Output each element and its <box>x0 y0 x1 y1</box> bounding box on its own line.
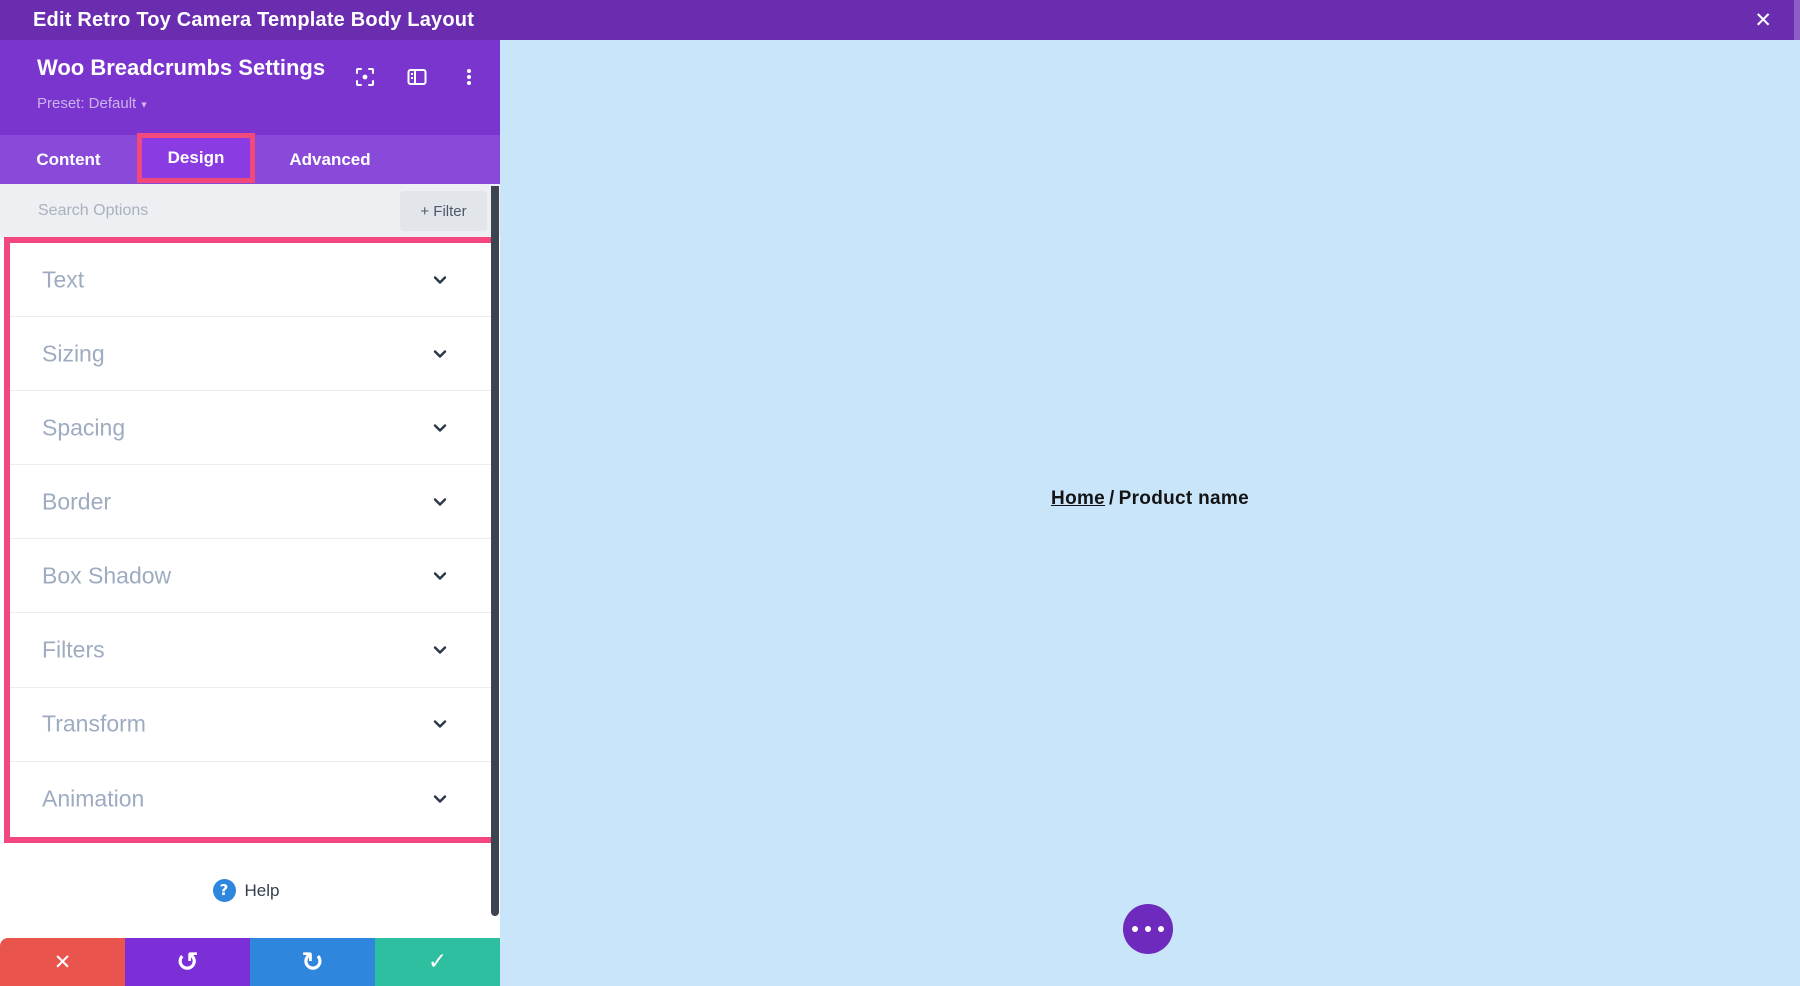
breadcrumb-separator: / <box>1109 488 1115 509</box>
discard-button[interactable]: ✕ <box>0 938 125 986</box>
section-label: Spacing <box>42 414 126 441</box>
footer-actions: ✕ ↺ ↻ ✓ <box>0 938 500 986</box>
search-options-row: + Filter <box>0 184 500 237</box>
chevron-down-icon: ▾ <box>141 99 147 111</box>
section-label: Border <box>42 488 112 515</box>
sidebar-layout-icon[interactable] <box>404 64 430 90</box>
chevron-down-icon <box>433 795 447 803</box>
section-sizing[interactable]: Sizing <box>10 317 491 392</box>
breadcrumb-current: Product name <box>1118 488 1249 509</box>
section-transform[interactable]: Transform <box>10 687 491 762</box>
section-border[interactable]: Border <box>10 465 491 540</box>
chevron-down-icon <box>433 275 447 284</box>
question-mark-icon: ? <box>212 879 236 902</box>
design-options-accordion: Text Sizing Spacing Border Box Shadow Fi… <box>4 237 497 843</box>
save-button[interactable]: ✓ <box>375 938 500 986</box>
chevron-down-icon <box>433 572 447 580</box>
breadcrumb-home-link[interactable]: Home <box>1051 488 1105 509</box>
chevron-down-icon <box>433 349 447 358</box>
redo-icon: ↻ <box>301 946 324 978</box>
more-options-menu-icon[interactable] <box>456 64 482 90</box>
redo-button[interactable]: ↻ <box>250 938 375 986</box>
preview-canvas: Home / Product name <box>500 40 1800 986</box>
section-label: Box Shadow <box>42 562 172 589</box>
settings-title: Woo Breadcrumbs Settings <box>37 55 326 80</box>
section-label: Text <box>42 266 85 293</box>
undo-icon: ↺ <box>176 946 199 978</box>
chevron-down-icon <box>433 424 447 432</box>
preset-selector[interactable]: Preset: Default ▾ <box>37 95 147 112</box>
filter-button[interactable]: + Filter <box>400 191 487 231</box>
close-icon[interactable]: ✕ <box>1754 0 1772 40</box>
tab-design[interactable]: Design <box>137 133 255 183</box>
chevron-down-icon <box>433 498 447 506</box>
panel-scrollbar[interactable] <box>491 186 499 916</box>
breadcrumb: Home / Product name <box>500 488 1800 510</box>
divi-builder-screen: Edit Retro Toy Camera Template Body Layo… <box>0 0 1800 986</box>
section-label: Sizing <box>42 340 105 367</box>
settings-tabs: Content Design Advanced <box>0 133 500 184</box>
help-label: Help <box>244 880 280 900</box>
undo-button[interactable]: ↺ <box>125 938 250 986</box>
page-settings-button[interactable] <box>1123 904 1173 954</box>
ellipsis-icon <box>1123 926 1173 932</box>
search-input[interactable] <box>38 184 378 237</box>
section-box-shadow[interactable]: Box Shadow <box>10 539 491 614</box>
settings-panel-header: Woo Breadcrumbs Settings Preset: Default… <box>0 40 500 135</box>
help-row: ? Help <box>0 843 492 938</box>
x-icon: ✕ <box>53 950 72 974</box>
browser-scrollbar[interactable] <box>1794 0 1800 40</box>
check-icon: ✓ <box>427 949 448 975</box>
settings-panel: Woo Breadcrumbs Settings Preset: Default… <box>0 40 500 986</box>
section-text[interactable]: Text <box>10 243 491 318</box>
page-title: Edit Retro Toy Camera Template Body Layo… <box>33 9 475 31</box>
help-button[interactable]: ? Help <box>212 879 280 902</box>
section-animation[interactable]: Animation <box>10 761 491 836</box>
section-filters[interactable]: Filters <box>10 613 491 688</box>
top-bar: Edit Retro Toy Camera Template Body Layo… <box>0 0 1800 40</box>
chevron-down-icon <box>433 646 447 654</box>
section-label: Animation <box>42 785 145 812</box>
chevron-down-icon <box>433 720 447 728</box>
section-label: Transform <box>42 710 146 737</box>
tab-advanced[interactable]: Advanced <box>255 135 405 184</box>
expand-module-icon[interactable] <box>352 64 378 90</box>
section-label: Filters <box>42 636 105 663</box>
preset-label: Preset: Default <box>37 95 137 112</box>
tab-content[interactable]: Content <box>0 135 137 184</box>
section-spacing[interactable]: Spacing <box>10 391 491 466</box>
